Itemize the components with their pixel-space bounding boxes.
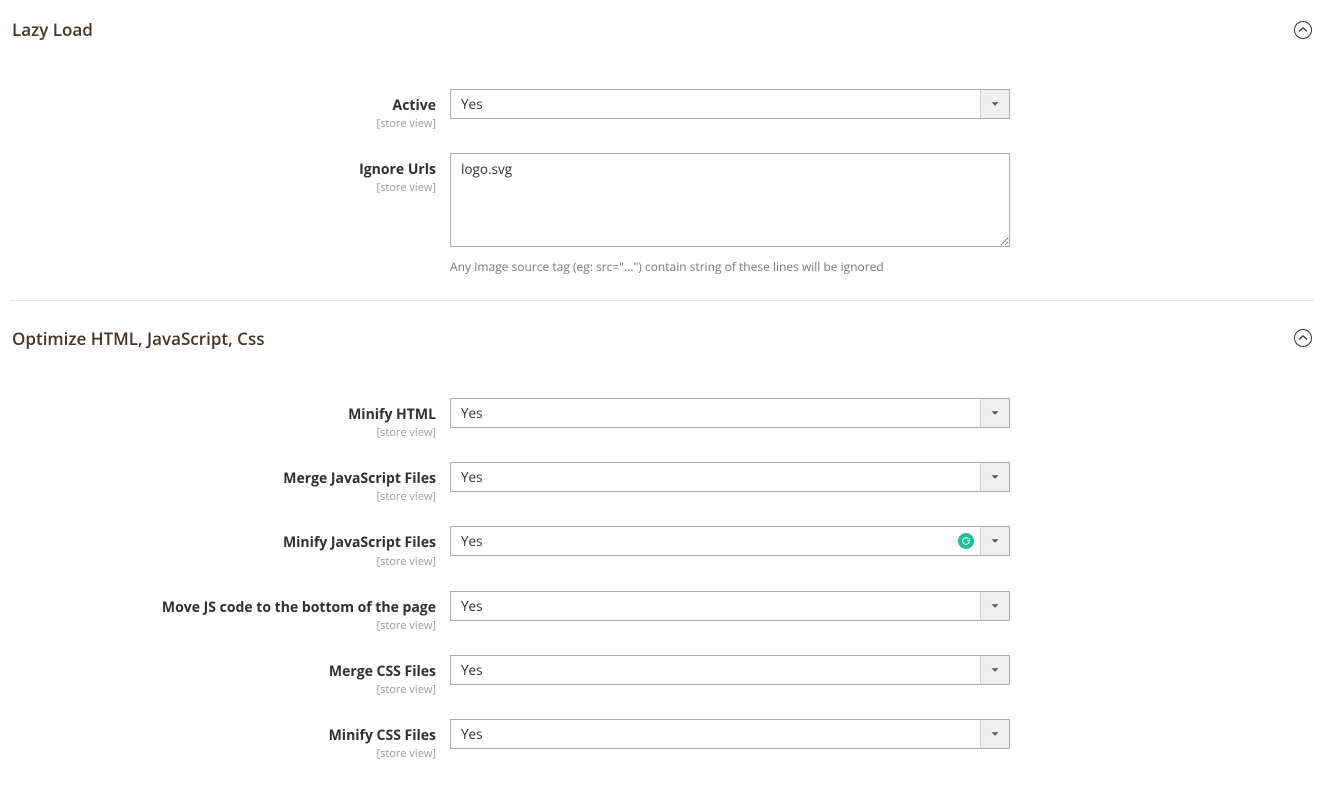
- field-scope: [store view]: [10, 425, 436, 440]
- field-scope: [store view]: [10, 489, 436, 504]
- field-active: Active [store view] Yes: [10, 89, 1314, 131]
- field-control: Yes: [450, 89, 1010, 119]
- field-scope: [store view]: [10, 116, 436, 131]
- chevron-down-icon: [980, 591, 1010, 621]
- select-minify-css[interactable]: Yes: [450, 719, 1010, 749]
- field-control: Yes: [450, 462, 1010, 492]
- field-scope: [store view]: [10, 618, 436, 633]
- field-label: Merge JavaScript Files: [283, 469, 436, 488]
- label-wrap: Merge CSS Files [store view]: [10, 655, 450, 697]
- field-control: Yes: [450, 655, 1010, 685]
- select-minify-js[interactable]: Yes: [450, 526, 1010, 556]
- select-merge-css[interactable]: Yes: [450, 655, 1010, 685]
- chevron-down-icon: [980, 89, 1010, 119]
- chevron-up-icon: [1294, 21, 1312, 39]
- select-value: Yes: [450, 526, 1010, 556]
- field-merge-css: Merge CSS Files [store view] Yes: [10, 655, 1314, 697]
- section-title-optimize: Optimize HTML, JavaScript, Css: [12, 327, 265, 350]
- select-value: Yes: [450, 398, 1010, 428]
- select-merge-js[interactable]: Yes: [450, 462, 1010, 492]
- grammarly-icon: [958, 533, 974, 549]
- field-label: Minify CSS Files: [329, 726, 436, 745]
- field-label: Move JS code to the bottom of the page: [162, 598, 436, 617]
- field-control: Yes: [450, 719, 1010, 749]
- label-wrap: Ignore Urls [store view]: [10, 153, 450, 195]
- field-move-js-bottom: Move JS code to the bottom of the page […: [10, 591, 1314, 633]
- section-header-optimize[interactable]: Optimize HTML, JavaScript, Css: [10, 319, 1314, 358]
- label-wrap: Minify HTML [store view]: [10, 398, 450, 440]
- field-control: Yes: [450, 591, 1010, 621]
- section-title-lazy-load: Lazy Load: [12, 18, 93, 41]
- label-wrap: Merge JavaScript Files [store view]: [10, 462, 450, 504]
- field-minify-html: Minify HTML [store view] Yes: [10, 398, 1314, 440]
- fieldset-optimize: Minify HTML [store view] Yes Merge JavaS…: [10, 358, 1314, 761]
- field-label: Minify HTML: [348, 405, 436, 424]
- section-divider: [10, 300, 1314, 301]
- field-label: Merge CSS Files: [329, 662, 436, 681]
- field-merge-js: Merge JavaScript Files [store view] Yes: [10, 462, 1314, 504]
- label-wrap: Minify JavaScript Files [store view]: [10, 526, 450, 568]
- field-control: Yes: [450, 526, 1010, 556]
- chevron-down-icon: [980, 655, 1010, 685]
- chevron-down-icon: [980, 398, 1010, 428]
- select-value: Yes: [450, 591, 1010, 621]
- select-value: Yes: [450, 719, 1010, 749]
- label-wrap: Move JS code to the bottom of the page […: [10, 591, 450, 633]
- field-scope: [store view]: [10, 682, 436, 697]
- chevron-down-icon: [980, 719, 1010, 749]
- label-wrap: Minify CSS Files [store view]: [10, 719, 450, 761]
- field-ignore-urls: Ignore Urls [store view] Any Image sourc…: [10, 153, 1314, 276]
- chevron-down-icon: [980, 526, 1010, 556]
- field-control: Yes: [450, 398, 1010, 428]
- textarea-ignore-urls[interactable]: [450, 153, 1010, 247]
- section-header-lazy-load[interactable]: Lazy Load: [10, 10, 1314, 49]
- select-minify-html[interactable]: Yes: [450, 398, 1010, 428]
- select-active[interactable]: Yes: [450, 89, 1010, 119]
- label-wrap: Active [store view]: [10, 89, 450, 131]
- chevron-up-icon: [1294, 329, 1312, 347]
- field-control: Any Image source tag (eg: src="...") con…: [450, 153, 1010, 276]
- field-scope: [store view]: [10, 554, 436, 569]
- fieldset-lazy-load: Active [store view] Yes Ignore Urls [sto…: [10, 49, 1314, 276]
- field-minify-css: Minify CSS Files [store view] Yes: [10, 719, 1314, 761]
- field-label: Ignore Urls: [359, 160, 436, 179]
- select-move-js-bottom[interactable]: Yes: [450, 591, 1010, 621]
- field-hint: Any Image source tag (eg: src="...") con…: [450, 259, 1010, 276]
- field-scope: [store view]: [10, 180, 436, 195]
- select-value: Yes: [450, 462, 1010, 492]
- select-value: Yes: [450, 655, 1010, 685]
- field-label: Active: [393, 96, 436, 115]
- select-value: Yes: [450, 89, 1010, 119]
- field-label: Minify JavaScript Files: [283, 533, 436, 552]
- field-scope: [store view]: [10, 746, 436, 761]
- chevron-down-icon: [980, 462, 1010, 492]
- field-minify-js: Minify JavaScript Files [store view] Yes: [10, 526, 1314, 568]
